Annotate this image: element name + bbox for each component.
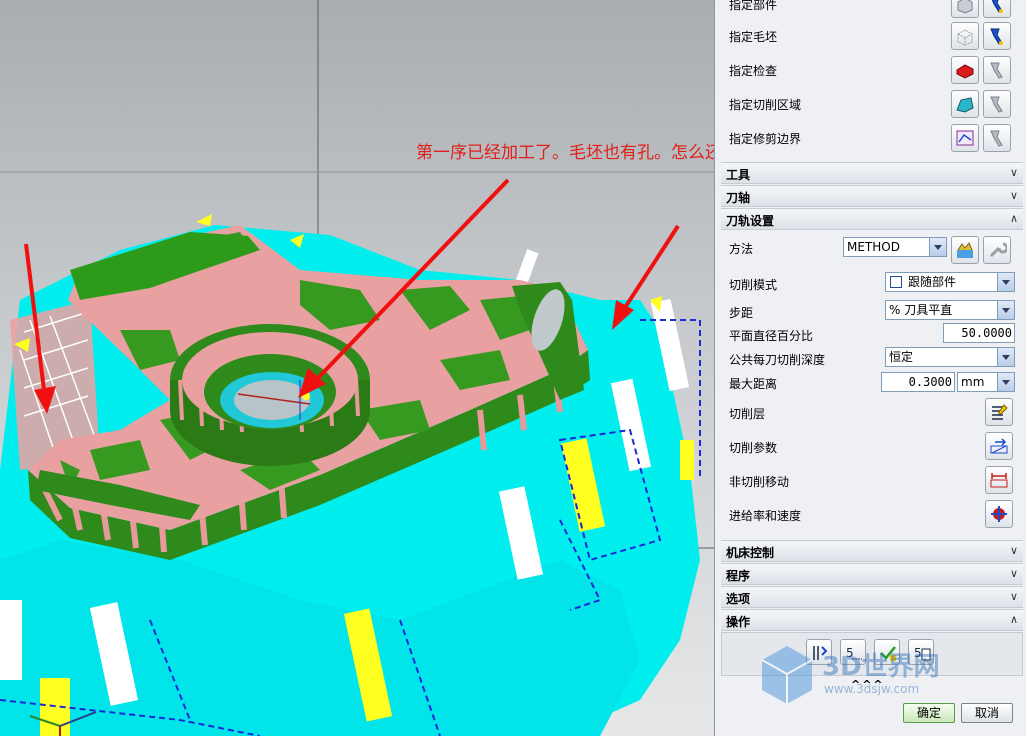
feeds-speeds-label: 进给率和速度 (729, 509, 802, 523)
chevron-down-icon: ∨ (1009, 544, 1018, 557)
specify-check-label: 指定检查 (729, 64, 778, 78)
specify-part-label: 指定部件 (729, 0, 778, 12)
chevron-up-icon: ∧ (1009, 613, 1018, 626)
cut-pattern-value: 跟随部件 (908, 275, 957, 289)
section-actions-title: 操作 (726, 615, 751, 629)
watermark-logo: 3D世界网 www.3dsjw.com (752, 640, 1002, 710)
cut-levels-icon (992, 404, 1008, 420)
trim-boundary-icon (956, 130, 974, 146)
section-machine-control-title: 机床控制 (726, 546, 775, 560)
section-tool-title: 工具 (726, 168, 751, 182)
section-actions[interactable]: 操作 ∧ (721, 609, 1023, 631)
graphics-viewport[interactable]: 第一序已经加工了。毛坯也有孔。怎么还加工 (0, 0, 714, 736)
cut-params-icon (990, 438, 1008, 454)
feeds-speeds-button[interactable] (985, 500, 1013, 528)
cut-pattern-label: 切削模式 (729, 278, 778, 292)
cut-pattern-select[interactable]: 跟随部件 (885, 272, 1015, 292)
specify-trim-boundary-label: 指定修剪边界 (729, 132, 802, 146)
non-cutting-moves-icon (990, 473, 1008, 488)
stepover-value: % 刀具平直 (889, 303, 953, 317)
chevron-down-icon: ∨ (1009, 567, 1018, 580)
section-machine-control[interactable]: 机床控制 ∨ (721, 540, 1023, 562)
display-part-button[interactable] (983, 0, 1011, 18)
specify-cut-area-button[interactable] (951, 90, 979, 118)
method-select[interactable]: METHOD (843, 237, 947, 257)
specify-blank-button[interactable] (951, 22, 979, 50)
annotation-text: 第一序已经加工了。毛坯也有孔。怎么还加工 (416, 143, 714, 163)
specify-blank-label: 指定毛坯 (729, 30, 778, 44)
method-label: 方法 (729, 242, 754, 256)
display-trim-boundary-button[interactable] (983, 124, 1011, 152)
specify-cut-area-label: 指定切削区域 (729, 98, 802, 112)
method-value: METHOD (847, 240, 900, 254)
display-cut-area-button[interactable] (983, 90, 1011, 118)
max-distance-input[interactable]: 0.3000 (881, 372, 955, 392)
display-blank-button[interactable] (983, 22, 1011, 50)
watermark-title: 3D世界网 (822, 652, 940, 682)
flashlight-icon (991, 0, 1003, 13)
specify-trim-boundary-button[interactable] (951, 124, 979, 152)
wrench-icon (989, 242, 1007, 258)
specify-part-button[interactable] (951, 0, 979, 18)
flashlight-icon (990, 130, 1003, 147)
max-distance-unit-select[interactable]: mm (957, 372, 1015, 392)
cut-levels-button[interactable] (985, 398, 1013, 426)
max-distance-unit-value: mm (961, 375, 985, 389)
section-program[interactable]: 程序 ∨ (721, 563, 1023, 585)
edit-method-button[interactable] (951, 236, 979, 264)
cut-params-button[interactable] (985, 432, 1013, 460)
chevron-down-icon: ∨ (1009, 189, 1018, 202)
part-cube-icon (957, 0, 973, 14)
flat-diameter-percent-input[interactable]: 50.0000 (943, 323, 1015, 343)
flashlight-icon (990, 62, 1003, 79)
method-edit-icon (957, 242, 973, 258)
watermark-url: www.3dsjw.com (824, 682, 920, 696)
follow-part-icon (890, 276, 902, 288)
feeds-speeds-icon (991, 506, 1007, 522)
section-path-settings[interactable]: 刀轨设置 ∧ (721, 208, 1023, 230)
max-distance-label: 最大距离 (729, 377, 778, 391)
stepover-label: 步距 (729, 306, 754, 320)
chevron-up-icon: ∧ (1009, 212, 1018, 225)
stepover-select[interactable]: % 刀具平直 (885, 300, 1015, 320)
chevron-down-icon: ∨ (1009, 166, 1018, 179)
depth-per-cut-label: 公共每刀切削深度 (729, 353, 826, 367)
non-cutting-moves-label: 非切削移动 (729, 475, 790, 489)
model-scene (0, 0, 714, 736)
display-check-button[interactable] (983, 56, 1011, 84)
cut-params-label: 切削参数 (729, 441, 778, 455)
flat-diameter-percent-label: 平面直径百分比 (729, 329, 814, 343)
depth-per-cut-value: 恒定 (889, 350, 914, 364)
section-tool[interactable]: 工具 ∨ (721, 162, 1023, 184)
method-settings-button[interactable] (983, 236, 1011, 264)
blank-wireframe-cube-icon (957, 29, 973, 46)
section-program-title: 程序 (726, 569, 751, 583)
section-tool-axis-title: 刀轴 (726, 191, 751, 205)
flashlight-icon (990, 96, 1003, 113)
operation-dialog: 指定部件 指定毛坯 指定检查 指定切削区域 指定修剪边界 工具 ∨ 刀轴 ∨ 刀… (714, 0, 1026, 736)
non-cutting-moves-button[interactable] (985, 466, 1013, 494)
section-options-title: 选项 (726, 592, 751, 606)
section-tool-axis[interactable]: 刀轴 ∨ (721, 185, 1023, 207)
cut-area-icon (956, 97, 974, 113)
check-red-block-icon (956, 64, 974, 79)
cut-levels-label: 切削层 (729, 407, 766, 421)
chevron-down-icon: ∨ (1009, 590, 1018, 603)
depth-per-cut-select[interactable]: 恒定 (885, 347, 1015, 367)
section-path-settings-title: 刀轨设置 (726, 214, 775, 228)
flashlight-icon (990, 28, 1003, 45)
section-options[interactable]: 选项 ∨ (721, 586, 1023, 608)
specify-check-button[interactable] (951, 56, 979, 84)
